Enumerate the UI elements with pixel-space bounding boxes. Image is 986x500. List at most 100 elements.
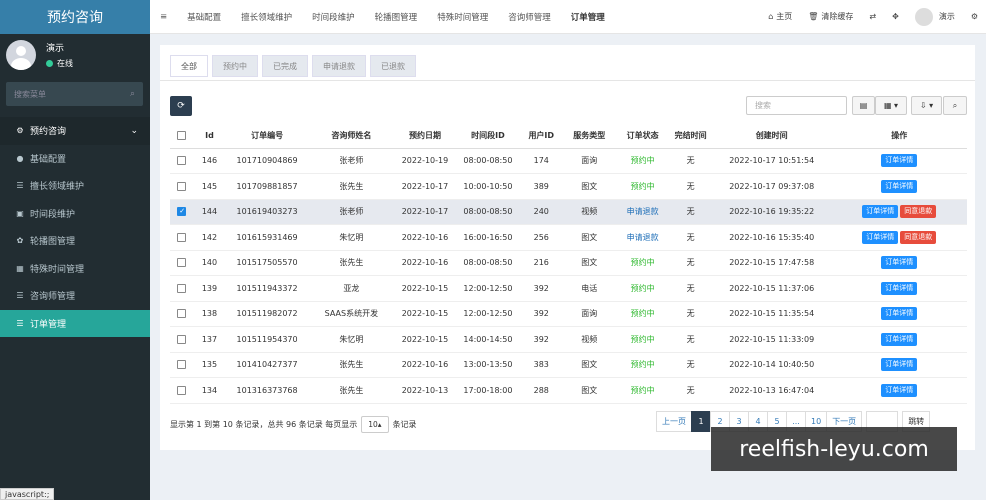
sidebar-item[interactable]: ⚙ 预约咨询 ⌄ bbox=[0, 117, 150, 145]
row-checkbox[interactable] bbox=[177, 309, 187, 319]
table-row[interactable]: 144101619403273张老师2022-10-1708:00-08:502… bbox=[170, 199, 967, 225]
select-all-checkbox[interactable] bbox=[177, 131, 187, 141]
home-link[interactable]: ⌂ 主页 bbox=[760, 11, 800, 22]
top-tab[interactable]: 擅长领域维护 bbox=[231, 11, 302, 23]
sidebar-item[interactable]: ▦ 特殊时间管理 bbox=[0, 255, 150, 283]
actions-cell: 订单详情 bbox=[831, 301, 967, 327]
row-checkbox[interactable] bbox=[177, 181, 187, 191]
column-header[interactable]: 用户ID bbox=[519, 124, 563, 149]
table-row[interactable]: 140 101517505570 张先生 2022-10-16 08:00-08:50 2… bbox=[170, 250, 967, 276]
filter-tab[interactable]: 已完成 bbox=[262, 55, 308, 77]
order-detail-button[interactable]: 订单详情 bbox=[862, 230, 899, 244]
order-detail-button[interactable]: 订单详情 bbox=[881, 383, 918, 397]
user-download-icon: ⇩ ▾ bbox=[919, 101, 934, 110]
filter-tab[interactable]: 申请退款 bbox=[312, 55, 366, 77]
table-row[interactable]: 135 101410427377 张先生 2022-10-16 13:00-13:50 3… bbox=[170, 352, 967, 378]
approve-refund-button[interactable]: 同意退款 bbox=[900, 205, 937, 219]
row-checkbox[interactable] bbox=[177, 334, 187, 344]
search-icon: ⌕ bbox=[952, 100, 958, 110]
avatar bbox=[6, 40, 36, 70]
sidebar-item[interactable]: ● 基础配置 bbox=[0, 145, 150, 173]
table-row[interactable]: 146 101710904869 张老师 2022-10-19 08:00-08:50 1… bbox=[170, 148, 967, 174]
order-detail-button[interactable]: 订单详情 bbox=[881, 307, 918, 321]
row-checkbox[interactable] bbox=[177, 283, 187, 293]
top-tab[interactable]: 咨询师管理 bbox=[498, 11, 561, 23]
search-input[interactable]: 搜索 bbox=[746, 96, 847, 115]
translate-icon[interactable]: ⇄ bbox=[861, 12, 884, 21]
row-select-cell bbox=[170, 377, 194, 404]
order-detail-button[interactable]: 订单详情 bbox=[862, 205, 899, 219]
row-select-cell bbox=[170, 199, 194, 225]
sidebar-search[interactable]: 搜索菜单 ⌕ bbox=[6, 82, 143, 106]
column-header[interactable]: 咨询师姓名 bbox=[308, 124, 395, 149]
cell-counselor: 张先生 bbox=[308, 250, 395, 276]
cell-order-no: 101511943372 bbox=[225, 275, 309, 302]
order-detail-button[interactable]: 订单详情 bbox=[881, 154, 918, 168]
app-logo[interactable]: 预约咨询 bbox=[0, 0, 150, 34]
row-checkbox[interactable] bbox=[177, 258, 187, 268]
column-header[interactable]: Id bbox=[193, 124, 226, 149]
cell-order-no: 101511954370 bbox=[225, 326, 309, 353]
order-detail-button[interactable]: 订单详情 bbox=[881, 179, 918, 193]
columns-button[interactable]: ▦ ▾ bbox=[875, 96, 907, 115]
page-size-select[interactable]: 10 ▴ bbox=[361, 416, 389, 433]
approve-refund-button[interactable]: 同意退款 bbox=[900, 230, 937, 244]
column-header[interactable]: 订单编号 bbox=[225, 124, 309, 149]
order-detail-button[interactable]: 订单详情 bbox=[881, 358, 918, 372]
clear-cache-link[interactable]: 🗑 清除缓存 bbox=[800, 11, 861, 22]
menu-toggle-icon[interactable]: ≡ bbox=[150, 12, 177, 22]
table-row[interactable]: 137 101511954370 朱忆明 2022-10-15 14:00-14:50 3… bbox=[170, 326, 967, 353]
prev-page-button[interactable]: 上一页 bbox=[656, 411, 692, 432]
filter-tab[interactable]: 全部 bbox=[170, 55, 208, 77]
top-tab[interactable]: 特殊时间管理 bbox=[427, 11, 498, 23]
user-panel: 演示 在线 bbox=[6, 40, 73, 70]
sidebar-item[interactable]: ☰ 咨询师管理 bbox=[0, 282, 150, 310]
top-tab[interactable]: 基础配置 bbox=[177, 11, 231, 23]
column-header[interactable]: 时间段ID bbox=[455, 124, 520, 149]
column-header[interactable]: 订单状态 bbox=[615, 124, 670, 149]
column-header[interactable]: 完结时间 bbox=[669, 124, 712, 149]
filter-tab[interactable]: 已退款 bbox=[370, 55, 416, 77]
sidebar-item[interactable]: ✿ 轮播图管理 bbox=[0, 227, 150, 255]
table-row[interactable]: 138 101511982072 SAAS系统开发 2022-10-15 12:00-1… bbox=[170, 301, 967, 327]
order-detail-button[interactable]: 订单详情 bbox=[881, 332, 918, 346]
search-icon[interactable]: ⌕ bbox=[130, 89, 135, 99]
order-detail-button[interactable]: 订单详情 bbox=[881, 281, 918, 295]
cell-counselor: 朱忆明 bbox=[308, 326, 395, 353]
cell-service: 图文 bbox=[562, 173, 616, 200]
export-button[interactable]: ⇩ ▾ bbox=[911, 96, 942, 115]
advanced-search-button[interactable]: ⌕ bbox=[943, 96, 967, 115]
column-header[interactable]: 服务类型 bbox=[562, 124, 616, 149]
sidebar-search-input[interactable]: 搜索菜单 bbox=[14, 89, 130, 100]
table-row[interactable]: 142 101615931469 朱忆明 2022-10-16 16:00-16:50 2… bbox=[170, 224, 967, 251]
fullscreen-icon[interactable]: ✥ bbox=[884, 12, 907, 21]
filter-tab[interactable]: 预约中 bbox=[212, 55, 258, 77]
table-row[interactable]: 134 101316373768 张先生 2022-10-13 17:00-18:00 2… bbox=[170, 377, 967, 404]
cell-order-no: 101710904869 bbox=[225, 148, 309, 174]
row-checkbox[interactable] bbox=[177, 156, 187, 166]
row-checkbox[interactable] bbox=[177, 385, 187, 395]
home-icon: ⌂ bbox=[768, 12, 774, 21]
sidebar-item[interactable]: ☰ 擅长领域维护 bbox=[0, 172, 150, 200]
row-checkbox[interactable] bbox=[177, 232, 187, 242]
top-tab[interactable]: 轮播图管理 bbox=[365, 11, 428, 23]
user-menu[interactable]: 演示 bbox=[907, 7, 963, 26]
toggle-view-button[interactable]: ▤ bbox=[852, 96, 875, 115]
column-header[interactable]: 创建时间 bbox=[711, 124, 832, 149]
top-tab[interactable]: 订单管理 bbox=[561, 11, 615, 23]
sidebar-item[interactable]: ☰ 订单管理 bbox=[0, 309, 150, 337]
column-header[interactable]: 预约日期 bbox=[394, 124, 456, 149]
top-tab[interactable]: 时间段维护 bbox=[302, 11, 365, 23]
row-checkbox[interactable] bbox=[177, 360, 187, 370]
page-button[interactable]: 1 bbox=[691, 411, 711, 432]
table-row[interactable]: 145 101709881857 张先生 2022-10-17 10:00-10:50 3… bbox=[170, 173, 967, 200]
table-body: 146 101710904869 张老师 2022-10-19 08:00-08:50 1… bbox=[170, 148, 967, 404]
table-row[interactable]: 139 101511943372 亚龙 2022-10-15 12:00-12:50 39… bbox=[170, 275, 967, 302]
row-checkbox[interactable] bbox=[177, 207, 187, 217]
sidebar-item[interactable]: ▣ 时间段维护 bbox=[0, 200, 150, 228]
chevron-down-icon: ⌄ bbox=[130, 125, 138, 136]
refresh-button[interactable]: ⟳ bbox=[170, 96, 192, 116]
order-detail-button[interactable]: 订单详情 bbox=[881, 256, 918, 270]
column-header[interactable]: 操作 bbox=[831, 124, 967, 149]
settings-gear-icon[interactable]: ⚙ bbox=[963, 12, 986, 21]
